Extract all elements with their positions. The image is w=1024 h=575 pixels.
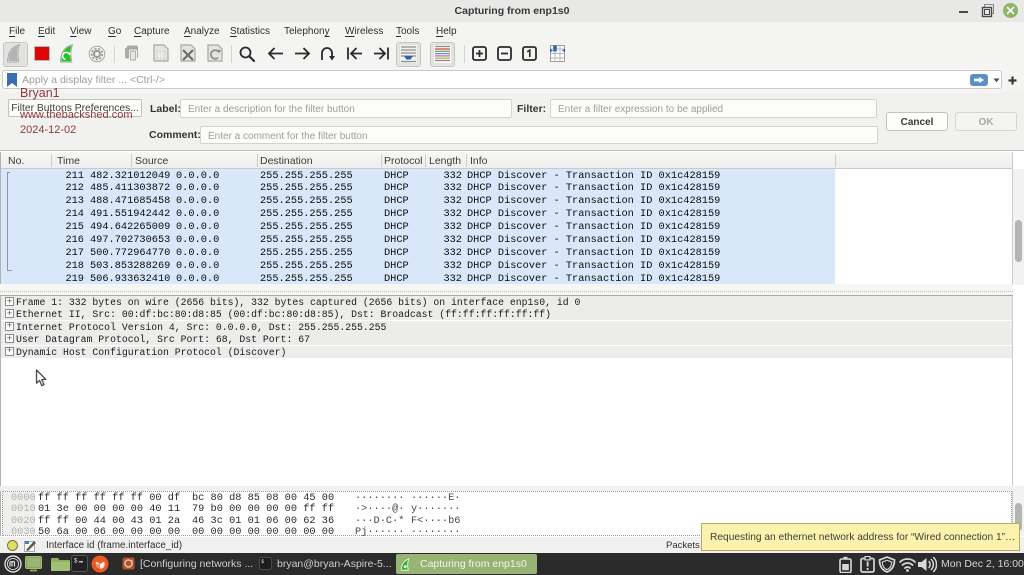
svg-text:$: $	[74, 558, 78, 565]
svg-text:$: $	[261, 559, 264, 565]
